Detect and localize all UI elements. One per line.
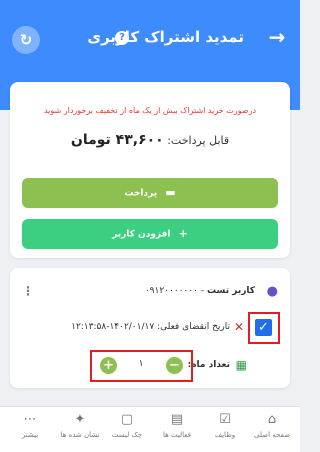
nav-item-activities[interactable]: ▤ فعالیت ها <box>149 411 205 439</box>
select-checkbox[interactable]: ✓ <box>255 319 272 336</box>
discount-note: درصورت خرید اشتراک بیش از یک ماه از تخفی… <box>43 106 257 115</box>
credit-card-icon: ▬ <box>165 186 176 199</box>
page-title: تمدید اشتراک کاربری <box>87 28 244 46</box>
payable-amount: ۴۳,۶۰۰ تومان <box>70 132 164 148</box>
user-name-line: کاربر تست - ۰۹۱۲۰۰۰۰۰۰۰ <box>145 286 255 296</box>
quantity-value: ۱ <box>138 359 144 369</box>
nav-label: فعالیت ها <box>162 431 192 439</box>
name-separator: - <box>198 286 205 296</box>
calendar-icon: ▦ <box>235 358 247 372</box>
increase-button[interactable]: + <box>100 357 117 374</box>
user-plus-icon: + <box>178 227 188 240</box>
more-icon: ⋯ <box>23 412 37 427</box>
decrease-button[interactable]: − <box>166 357 183 374</box>
user-shield-icon: ● <box>266 284 278 299</box>
nav-item-tasks[interactable]: ☑ وظایف <box>197 411 253 439</box>
month-count-label: تعداد ماه: <box>187 360 230 370</box>
expiry-line: تاریخ انقضای فعلی: ۱۴۰۲/۰۱/۱۷-۱۲:۱۳:۵۸ <box>71 322 230 332</box>
highlight-checkbox: ✓ <box>248 312 280 344</box>
nav-label: بیشتر <box>21 431 39 439</box>
nav-label: نشان شده ها <box>60 431 100 439</box>
user-phone: ۰۹۱۲۰۰۰۰۰۰۰ <box>144 286 199 296</box>
nav-label: وظایف <box>214 431 236 439</box>
more-vertical-icon[interactable]: ⋮ <box>22 284 34 298</box>
nav-item-pinned[interactable]: ✦ نشان شده ها <box>52 411 108 439</box>
payment-card: درصورت خرید اشتراک بیش از یک ماه از تخفی… <box>10 82 290 258</box>
activities-icon: ▤ <box>170 412 184 427</box>
expiry-value: ۱۴۰۲/۰۱/۱۷-۱۲:۱۳:۵۸ <box>71 322 155 332</box>
refresh-icon[interactable]: ↻ <box>12 26 40 54</box>
add-user-button[interactable]: + افزودن کاربر <box>22 219 278 249</box>
user-name: کاربر تست <box>207 286 255 296</box>
payable-label: قابل پرداخت: <box>167 134 230 147</box>
close-icon[interactable]: ✕ <box>234 320 244 334</box>
user-card: ● کاربر تست - ۰۹۱۲۰۰۰۰۰۰۰ ⋮ ✓ ✕ تاریخ ان… <box>10 268 290 388</box>
quantity-stepper: + ۱ − <box>90 350 193 382</box>
pay-button[interactable]: ▬ پرداخت <box>22 178 278 208</box>
nav-item-more[interactable]: ⋯ بیشتر <box>2 411 58 439</box>
pin-icon: ✦ <box>74 412 86 427</box>
payable-line: قابل پرداخت: ۴۳,۶۰۰ تومان <box>10 132 290 148</box>
tasks-icon: ☑ <box>219 412 231 427</box>
question-circle-icon[interactable]: ? <box>115 31 129 45</box>
bottom-nav: ⌂ صفحه اصلی ☑ وظایف ▤ فعالیت ها ▢ چک لیس… <box>0 406 300 452</box>
add-user-button-label: افزودن کاربر <box>112 229 171 240</box>
expiry-label: تاریخ انقضای فعلی: <box>157 322 230 332</box>
pay-button-label: پرداخت <box>124 188 158 199</box>
arrow-right-icon[interactable]: → <box>266 27 288 49</box>
